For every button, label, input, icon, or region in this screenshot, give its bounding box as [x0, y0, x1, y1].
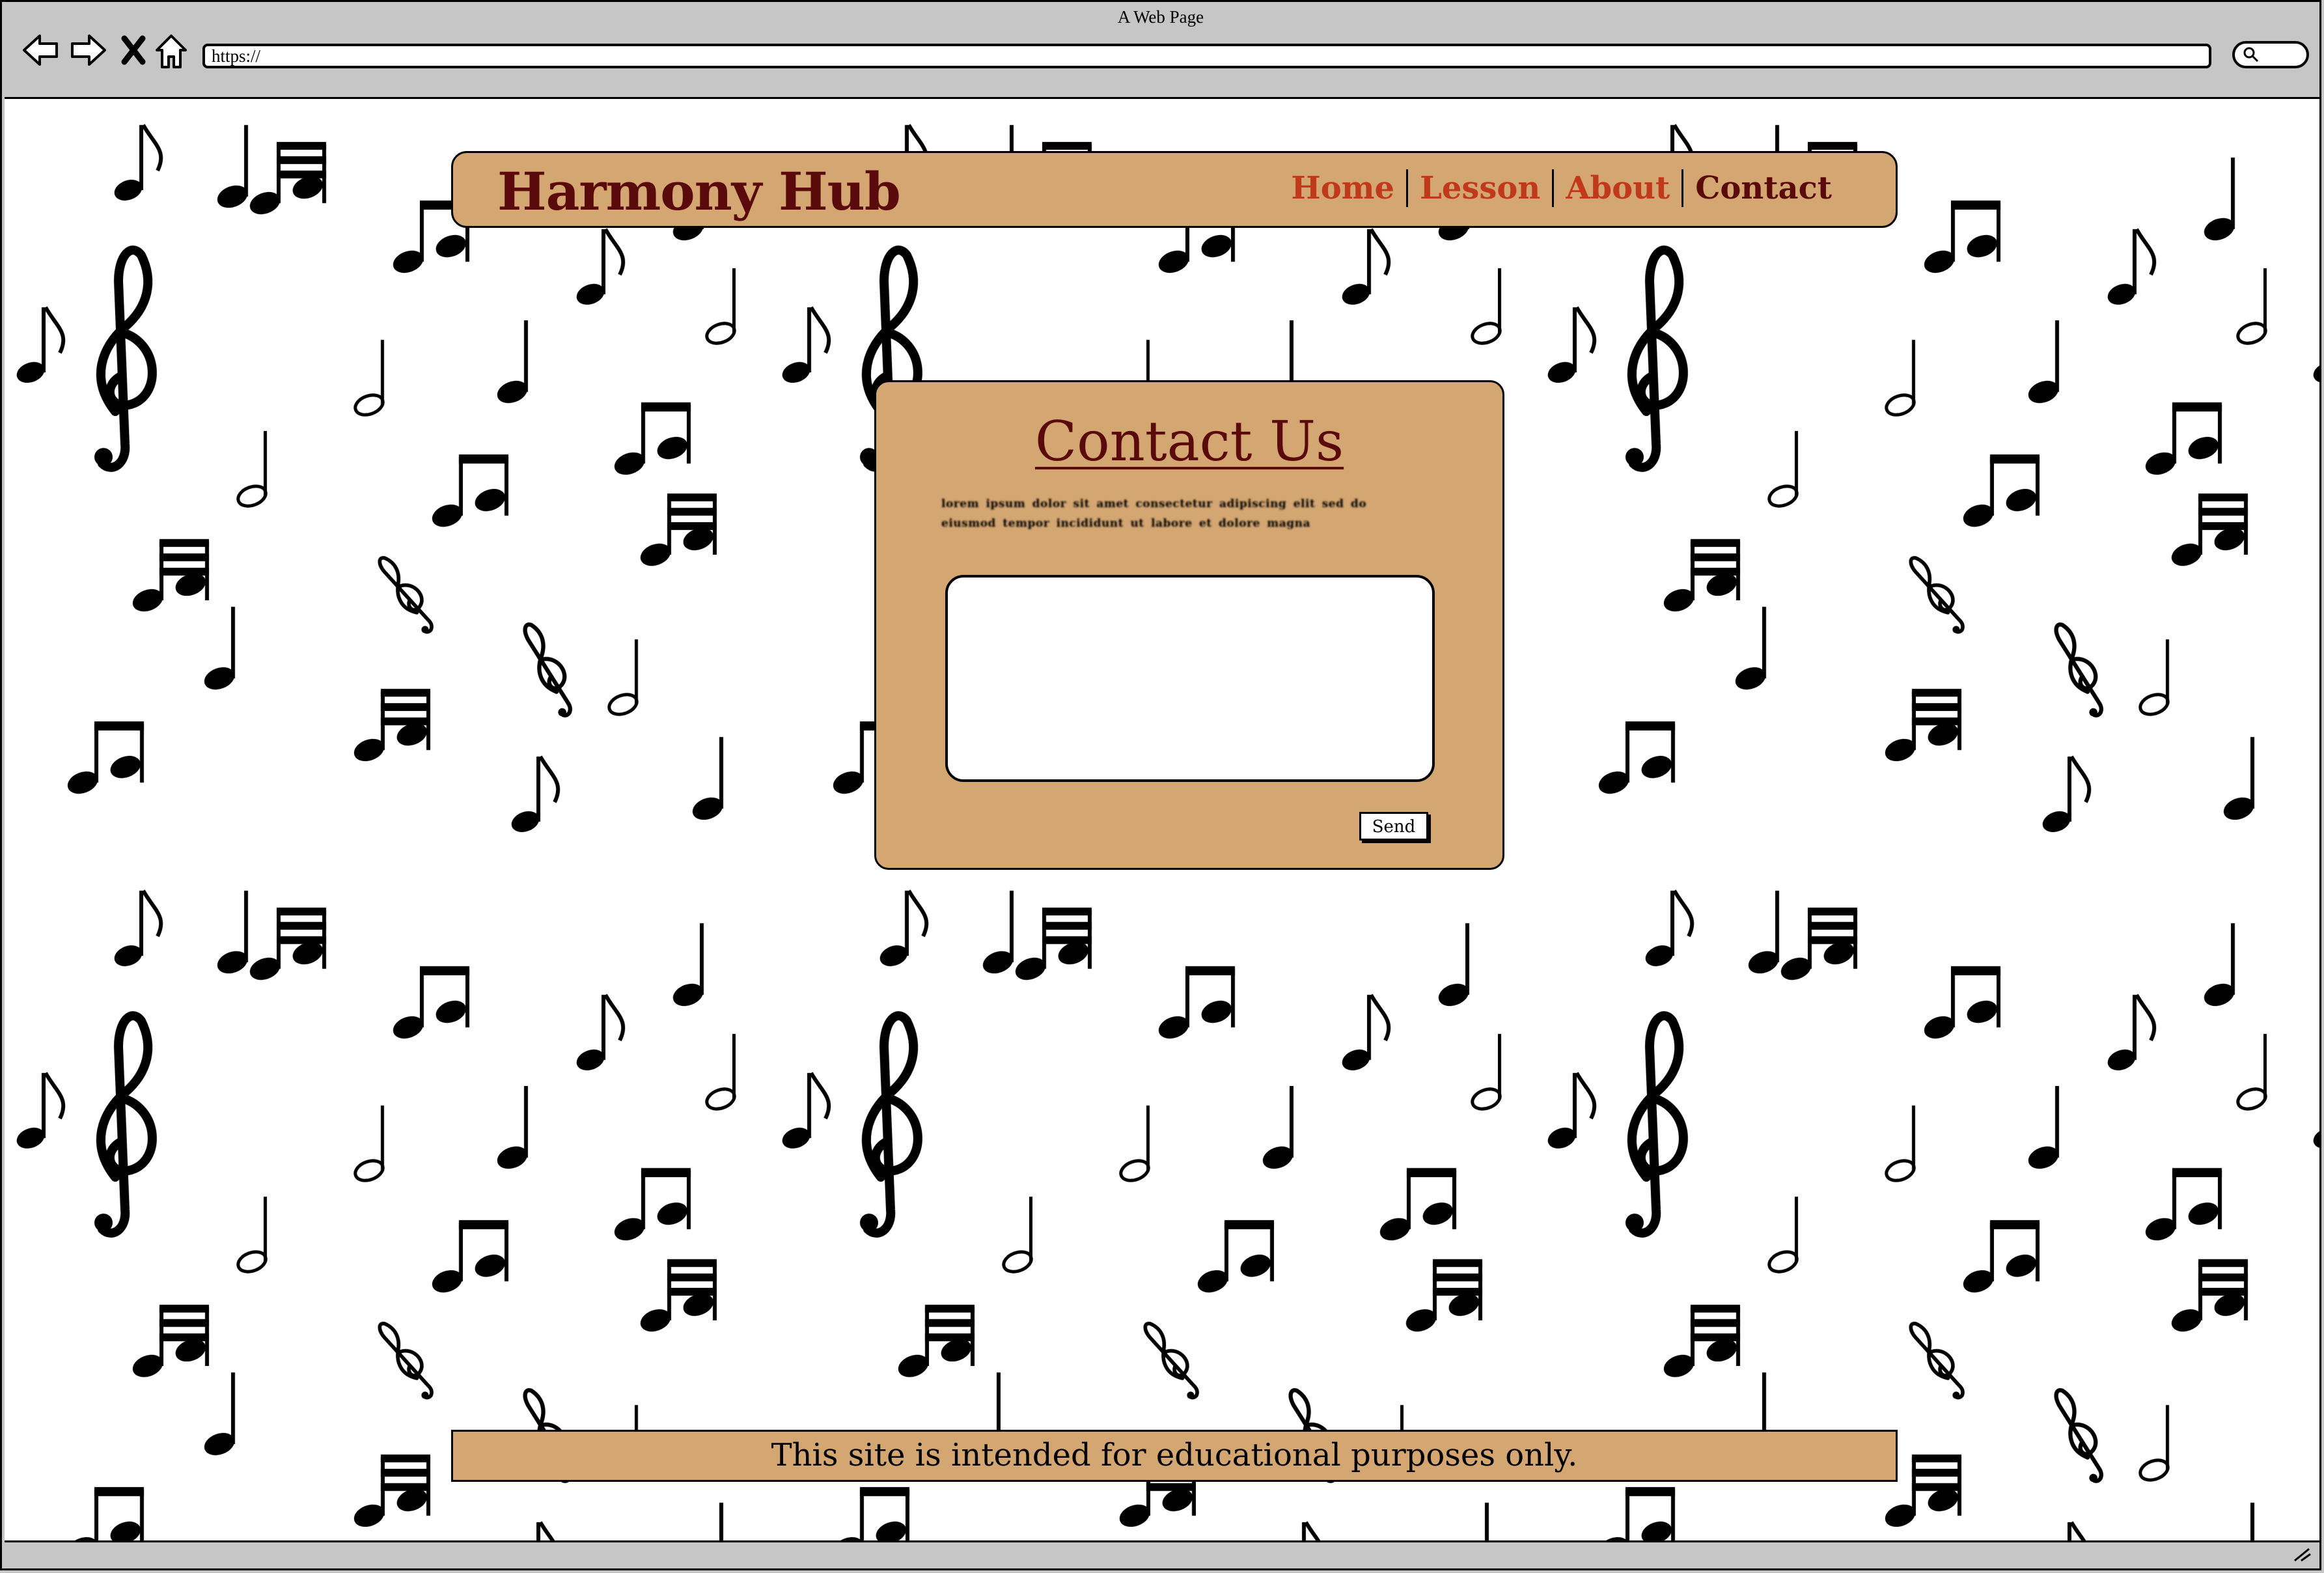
site-header: Harmony Hub Home Lesson About Contact: [451, 151, 1898, 228]
send-button[interactable]: Send: [1359, 812, 1428, 841]
main-nav: Home Lesson About Contact: [1279, 169, 1844, 208]
message-input[interactable]: [945, 575, 1435, 782]
nav-lesson[interactable]: Lesson: [1408, 169, 1552, 208]
contact-card: Contact Us lorem ipsum dolor sit amet co…: [874, 380, 1504, 870]
window-title: A Web Page: [1117, 7, 1204, 27]
close-x-icon[interactable]: [120, 33, 146, 67]
resize-grip-icon[interactable]: [2292, 1546, 2312, 1562]
site-title[interactable]: Harmony Hub: [497, 161, 901, 222]
browser-search-box[interactable]: [2232, 41, 2309, 68]
site-footer: This site is intended for educational pu…: [451, 1430, 1898, 1482]
nav-contact[interactable]: Contact: [1683, 169, 1844, 208]
search-icon: [2243, 47, 2259, 63]
forward-arrow-icon[interactable]: [70, 33, 107, 67]
contact-blurb: lorem ipsum dolor sit amet consectetur a…: [941, 497, 1367, 530]
browser-window: A Web Page https:// Harmony Hub Home Les…: [0, 0, 2321, 1570]
nav-about[interactable]: About: [1554, 169, 1681, 208]
status-bar: [2, 1542, 2319, 1571]
contact-title: Contact Us: [1034, 410, 1344, 473]
url-bar[interactable]: https://: [202, 44, 2211, 68]
nav-home[interactable]: Home: [1279, 169, 1406, 208]
page-viewport: Harmony Hub Home Lesson About Contact Co…: [5, 97, 2319, 1542]
home-icon[interactable]: [154, 33, 188, 70]
back-arrow-icon[interactable]: [21, 33, 59, 67]
